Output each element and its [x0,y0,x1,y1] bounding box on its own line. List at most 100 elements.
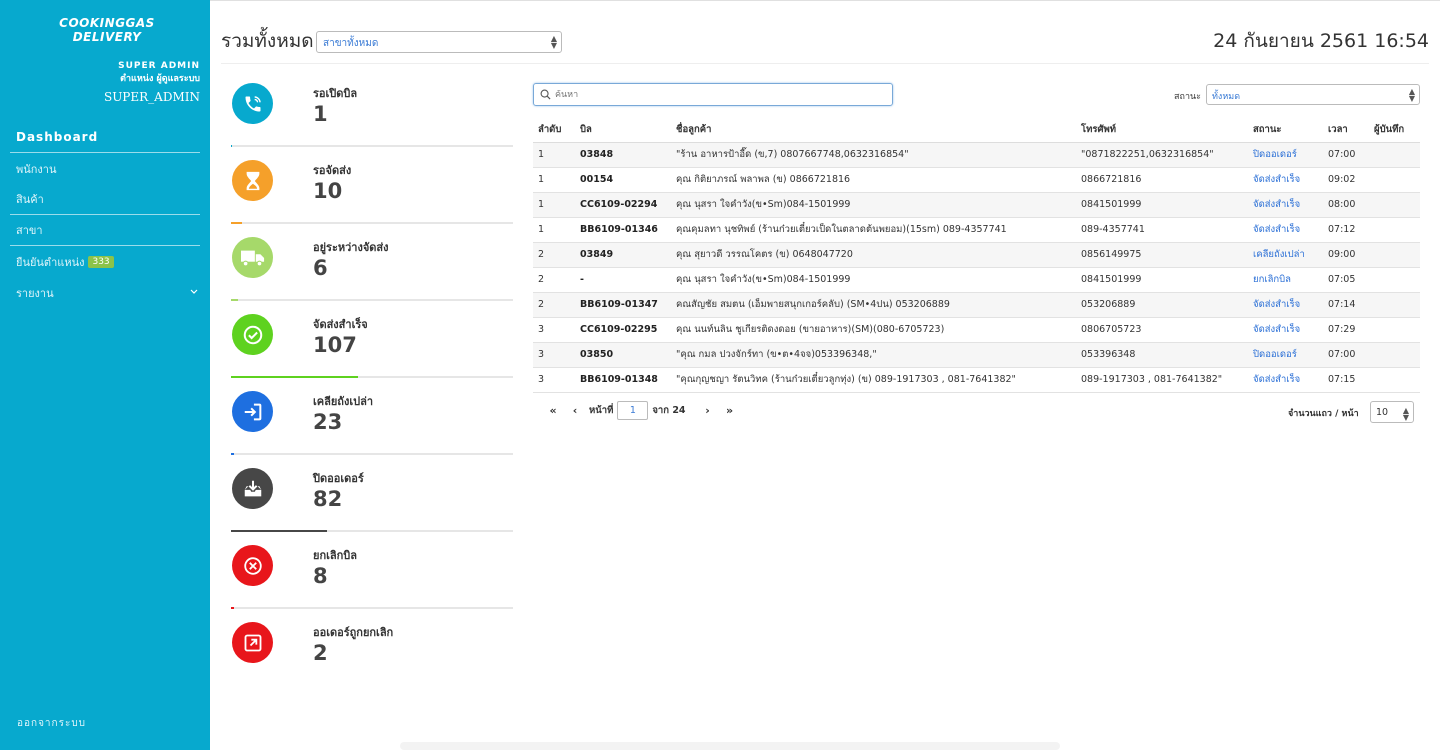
sidebar-item-confirm-position[interactable]: ยืนยันตำแหน่ง 333 [10,246,200,277]
pending-count-badge: 333 [88,255,114,268]
search-icon [540,85,551,104]
recorder-cell [1369,142,1420,168]
customer-cell: คณสัญชัย สมตน (เอ็มพายสนุกเกอร์คลับ) (SM… [671,292,1076,318]
stat-card-waiting-bill[interactable]: รอเปิดบิล 1 [231,70,513,147]
table-row[interactable]: 2 BB6109-01347 คณสัญชัย สมตน (เอ็มพายสนุกเ… [533,292,1420,318]
customer-cell: คุณ นนท์นลิน ชูเกียรติดงดอย (ขายอาหาร)(S… [671,317,1076,343]
customer-cell: คุณ นุสรา ใจคำวัง(ข•Sm)084-1501999 [671,267,1076,293]
table-row[interactable]: 3 CC6109-02295 คุณ นนท์นลิน ชูเกียรติดงดอย… [533,317,1420,343]
stat-value: 6 [313,256,328,280]
time-cell: 07:00 [1323,142,1369,168]
recorder-cell [1369,242,1420,268]
stat-value: 10 [313,179,343,203]
stat-value: 2 [313,641,328,665]
column-header[interactable]: ลำดับ [533,117,575,143]
search-input[interactable] [555,89,875,100]
branch-select-value: สาขาทั้งหมด [323,38,379,49]
stat-label: รอเปิดบิล [313,87,358,100]
branch-select[interactable]: สาขาทั้งหมด ▲ ▼ [316,31,562,53]
page-total-label: จาก 24 [652,405,686,416]
page-title: รวมทั้งหมด [221,30,314,52]
sidebar-item-dashboard[interactable]: Dashboard [10,122,200,153]
table-row[interactable]: 2- คุณ นุสรา ใจคำวัง(ข•Sm)084-1501999 0841… [533,267,1420,293]
hourglass-icon [232,160,273,201]
status-cell[interactable]: ปิดออเดอร์ [1248,142,1323,168]
column-header[interactable]: เวลา [1323,117,1369,143]
status-cell[interactable]: จัดส่งสำเร็จ [1248,317,1323,343]
phone-cell: 0841501999 [1076,267,1248,293]
rows-per-page-value: 10 [1376,407,1389,418]
sidebar-item-products[interactable]: สินค้า [10,184,200,215]
customer-cell: คุณ กิติยาภรณ์ พลาพล (ข) 0866721816 [671,167,1076,193]
stat-card-cancelled-orders[interactable]: ออเดอร์ถูกยกเลิก 2 [231,609,513,686]
phone-icon [232,83,273,124]
phone-cell: 089-1917303 , 081-7641382" [1076,367,1248,393]
sidebar-item-reports[interactable]: รายงาน [10,277,200,308]
prev-page-button[interactable]: ‹ [567,404,583,417]
stat-value: 107 [313,333,357,357]
logo-line2: DELIVERY [72,30,142,44]
last-page-button[interactable]: » [722,404,738,417]
stat-card-waiting-delivery[interactable]: รอจัดส่ง 10 [231,147,513,224]
column-header[interactable]: บิล [575,117,671,143]
logout-link[interactable]: ออกจากระบบ [17,716,86,731]
column-header[interactable]: ชื่อลูกค้า [671,117,1076,143]
column-header[interactable]: ผู้บันทึก [1369,117,1420,143]
row-index-cell: 2 [533,292,575,318]
stat-card-in-delivery[interactable]: อยู่ระหว่างจัดส่ง 6 [231,224,513,301]
time-cell: 07:14 [1323,292,1369,318]
stat-label: เคลียถังเปล่า [313,395,373,408]
table-row[interactable]: 2 03849 คุณ สุยาวดี วรรณโคตร (ข) 064804772… [533,242,1420,268]
phone-cell: 053206889 [1076,292,1248,318]
status-cell[interactable]: ปิดออเดอร์ [1248,342,1323,368]
column-header[interactable]: โทรศัพท์ [1076,117,1248,143]
sign-in-icon [232,391,273,432]
status-cell[interactable]: จัดส่งสำเร็จ [1248,217,1323,243]
status-cell[interactable]: เคลียถังเปล่า [1248,242,1323,268]
recorder-cell [1369,367,1420,393]
page-number-input[interactable]: 1 [617,401,649,420]
customer-cell: "คุณ กมล ปวงจักร์ทา (ข•ต•4จจ)053396348," [671,342,1076,368]
first-page-button[interactable]: « [545,404,561,417]
status-cell[interactable]: จัดส่งสำเร็จ [1248,167,1323,193]
stat-card-closed-orders[interactable]: ปิดออเดอร์ 82 [231,455,513,532]
rows-per-page-select[interactable]: 10 ▲ ▼ [1370,401,1414,423]
recorder-cell [1369,267,1420,293]
next-page-button[interactable]: › [700,404,716,417]
stat-label: อยู่ระหว่างจัดส่ง [313,241,389,254]
status-filter-value: ทั้งหมด [1212,92,1241,102]
select-arrows-icon: ▲ ▼ [1402,406,1409,422]
status-cell[interactable]: จัดส่งสำเร็จ [1248,192,1323,218]
external-link-icon [232,622,273,663]
table-row[interactable]: 1 03848 "ร้าน อาหารป้าอี๊ด (ข,7) 080766774… [533,142,1420,168]
table-row[interactable]: 3 BB6109-01348 "คุณกุญชญา รัตนวิทค (ร้านก๋… [533,367,1420,393]
time-cell: 07:12 [1323,217,1369,243]
phone-cell: 0856149975 [1076,242,1248,268]
phone-cell: 053396348 [1076,342,1248,368]
chevron-down-icon [190,287,198,298]
table-row[interactable]: 1 00154 คุณ กิติยาภรณ์ พลาพล (ข) 086672181… [533,167,1420,193]
column-header[interactable]: สถานะ [1248,117,1323,143]
header-divider [221,63,1429,64]
status-summary: รอเปิดบิล 1 รอจัดส่ง 10 อยู่ระหว่างจัดส่… [231,70,513,686]
status-cell[interactable]: ยกเลิกบิล [1248,267,1323,293]
recorder-cell [1369,342,1420,368]
status-filter-select[interactable]: ทั้งหมด ▲ ▼ [1206,84,1420,105]
sidebar-item-label: สินค้า [16,193,44,206]
stat-card-delivered[interactable]: จัดส่งสำเร็จ 107 [231,301,513,378]
table-row[interactable]: 3 03850 "คุณ กมล ปวงจักร์ทา (ข•ต•4จจ)05339… [533,342,1420,368]
time-cell: 09:02 [1323,167,1369,193]
table-row[interactable]: 1 CC6109-02294 คุณ นุสรา ใจคำวัง(ข•Sm)084-… [533,192,1420,218]
status-cell[interactable]: จัดส่งสำเร็จ [1248,367,1323,393]
phone-cell: 0806705723 [1076,317,1248,343]
customer-cell: "ร้าน อาหารป้าอี๊ด (ข,7) 0807667748,0632… [671,142,1076,168]
stat-card-clear-tanks[interactable]: เคลียถังเปล่า 23 [231,378,513,455]
table-row[interactable]: 1 BB6109-01346 คุณคุมลทา นุชทิพย์ (ร้านก๋ว… [533,217,1420,243]
stat-card-cancelled-bill[interactable]: ยกเลิกบิล 8 [231,532,513,609]
status-cell[interactable]: จัดส่งสำเร็จ [1248,292,1323,318]
sidebar-item-employees[interactable]: พนักงาน [10,153,200,184]
row-index-cell: 1 [533,217,575,243]
sidebar-item-branches[interactable]: สาขา [10,215,200,246]
search-box[interactable] [533,83,893,106]
sidebar-item-label: Dashboard [16,130,99,144]
